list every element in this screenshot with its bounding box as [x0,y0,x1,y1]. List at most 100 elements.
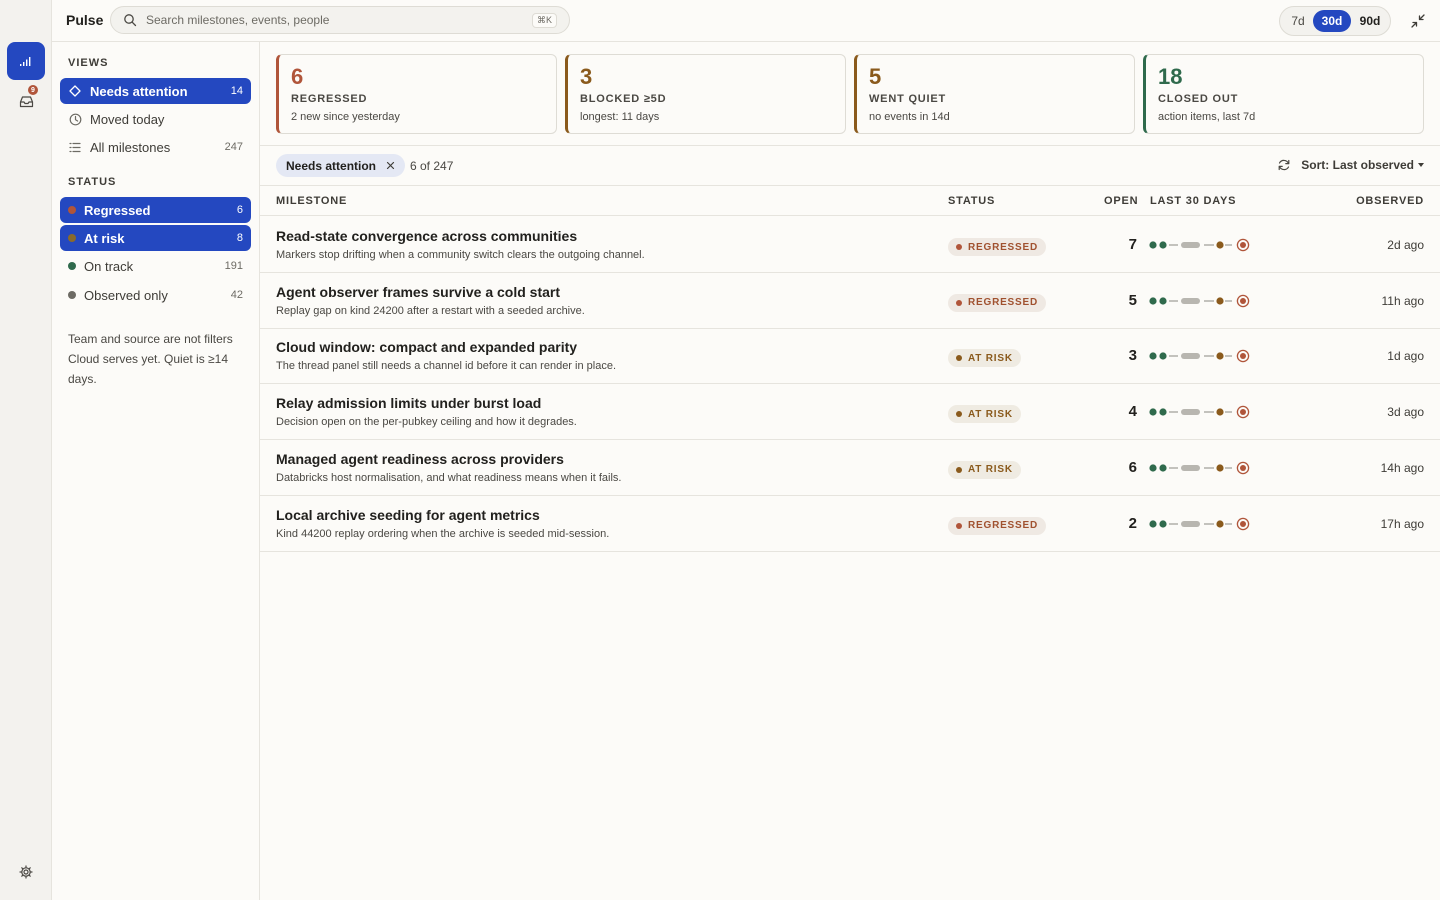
spark-dot [1216,297,1224,305]
milestone-title[interactable]: Managed agent readiness across providers [276,451,564,467]
observed-time: 1d ago [1387,349,1424,364]
app-rail: 9 [0,0,52,900]
status-badge-label: AT RISK [968,408,1013,420]
col-open[interactable]: OPEN [1104,195,1138,207]
sidebar-item-label: Moved today [90,111,165,127]
stat-card-closed-out[interactable]: 18 CLOSED OUT action items, last 7d [1143,54,1424,134]
sidebar-item-moved-today[interactable]: Moved today [60,106,251,132]
top-bar: Pulse Search milestones, events, people … [52,0,1440,42]
col-status[interactable]: STATUS [948,195,995,207]
spark-dot [1159,352,1167,360]
milestone-title[interactable]: Local archive seeding for agent metrics [276,507,540,523]
milestone-description: Kind 44200 replay ordering when the arch… [276,527,610,540]
stat-card-regressed[interactable]: 6 REGRESSED 2 new since yesterday [276,54,557,134]
status-badge: AT RISK [948,405,1021,424]
sidebar-item-count: 42 [230,289,243,301]
milestone-title[interactable]: Relay admission limits under burst load [276,395,541,411]
activity-sparkline [1149,238,1250,252]
sidebar: VIEWS Needs attention 14 Moved today All… [52,42,260,900]
range-7d-button[interactable]: 7d [1286,10,1310,32]
spark-gap [1181,242,1200,248]
activity-sparkline [1149,461,1250,475]
spark-dot [1159,408,1167,416]
sidebar-item-on-track[interactable]: On track 191 [60,253,251,279]
table-row[interactable]: Read-state convergence across communitie… [260,217,1440,273]
views-heading: VIEWS [68,57,109,69]
table-row[interactable]: Relay admission limits under burst load D… [260,384,1440,441]
col-observed[interactable]: OBSERVED [1356,195,1424,207]
milestone-title[interactable]: Read-state convergence across communitie… [276,228,577,244]
stat-subtext: 2 new since yesterday [291,111,400,123]
rail-inbox-button[interactable]: 9 [7,82,45,120]
status-badge: REGRESSED [948,516,1046,535]
rail-settings-button[interactable] [7,853,45,891]
sidebar-item-needs-attention[interactable]: Needs attention 14 [60,78,251,104]
sidebar-item-regressed[interactable]: Regressed 6 [60,197,251,223]
sidebar-item-label: At risk [84,230,125,246]
stat-card-went-quiet[interactable]: 5 WENT QUIET no events in 14d [854,54,1135,134]
stat-subtext: longest: 11 days [580,111,660,123]
sidebar-item-count: 247 [224,141,243,153]
milestone-description: Databricks host normalisation, and what … [276,471,622,484]
time-range-toggle: 7d 30d 90d [1279,6,1391,36]
sidebar-item-label: Needs attention [90,83,188,99]
stat-number: 3 [580,64,593,89]
filter-chip[interactable]: Needs attention [276,154,406,177]
open-count: 5 [1128,291,1137,309]
sidebar-item-observed-only[interactable]: Observed only 42 [60,282,251,308]
sidebar-item-label: Observed only [84,287,168,303]
spark-dot [1149,519,1157,528]
status-dot [68,234,76,242]
stat-card-blocked[interactable]: 3 BLOCKED ≥5D longest: 11 days [565,54,846,134]
spark-dot [1149,464,1157,472]
milestone-title[interactable]: Cloud window: compact and expanded parit… [276,339,577,355]
spark-latest-dot [1240,242,1246,248]
main-panel: 6 REGRESSED 2 new since yesterday 3 BLOC… [260,42,1440,900]
search-icon [124,14,137,27]
sidebar-item-all-milestones[interactable]: All milestones 247 [60,134,251,160]
sidebar-item-label: On track [84,258,134,274]
table-row[interactable]: Agent observer frames survive a cold sta… [260,273,1440,329]
rail-pulse-button[interactable] [7,42,45,80]
filter-bar: Needs attention 6 of 247 Sort: Last obse… [260,145,1440,186]
search-input[interactable]: Search milestones, events, people ⌘K [110,6,570,34]
spark-latest-dot [1240,409,1246,416]
clock-icon [68,112,82,126]
status-badge: AT RISK [948,349,1021,368]
milestone-title[interactable]: Agent observer frames survive a cold sta… [276,284,560,300]
spark-dot [1216,519,1224,528]
spark-latest-dot [1240,520,1246,527]
close-icon[interactable] [386,161,395,170]
refresh-icon[interactable] [1277,158,1291,175]
spark-gap [1181,464,1200,471]
activity-sparkline [1149,294,1250,307]
collapse-button[interactable] [1408,11,1428,31]
stat-number: 6 [291,64,304,89]
sidebar-item-at-risk[interactable]: At risk 8 [60,225,251,251]
range-90d-button[interactable]: 90d [1353,10,1387,32]
filter-chip-label: Needs attention [286,158,377,173]
open-count: 6 [1128,458,1137,476]
stat-number: 5 [869,64,882,89]
status-dot [68,262,76,270]
sidebar-item-count: 14 [230,85,243,97]
col-milestone[interactable]: MILESTONE [276,195,347,207]
status-dot [956,466,962,473]
status-badge-label: AT RISK [968,352,1013,364]
sort-dropdown[interactable]: Sort: Last observed [1301,158,1424,172]
table-row[interactable]: Local archive seeding for agent metrics K… [260,496,1440,552]
observed-time: 17h ago [1380,516,1424,531]
table-row[interactable]: Managed agent readiness across providers… [260,440,1440,496]
status-dot [956,299,962,306]
signal-bars-icon [20,57,31,66]
app-title: Pulse [66,12,104,28]
sort-label: Sort: Last observed [1301,158,1414,172]
status-dot [68,291,76,299]
table-row[interactable]: Cloud window: compact and expanded parit… [260,328,1440,385]
range-30d-button[interactable]: 30d [1313,10,1351,32]
milestone-description: Markers stop drifting when a community s… [276,249,645,261]
spark-latest-dot [1240,297,1246,304]
activity-sparkline [1149,350,1250,363]
observed-time: 2d ago [1387,238,1424,252]
spark-dot [1216,408,1224,416]
